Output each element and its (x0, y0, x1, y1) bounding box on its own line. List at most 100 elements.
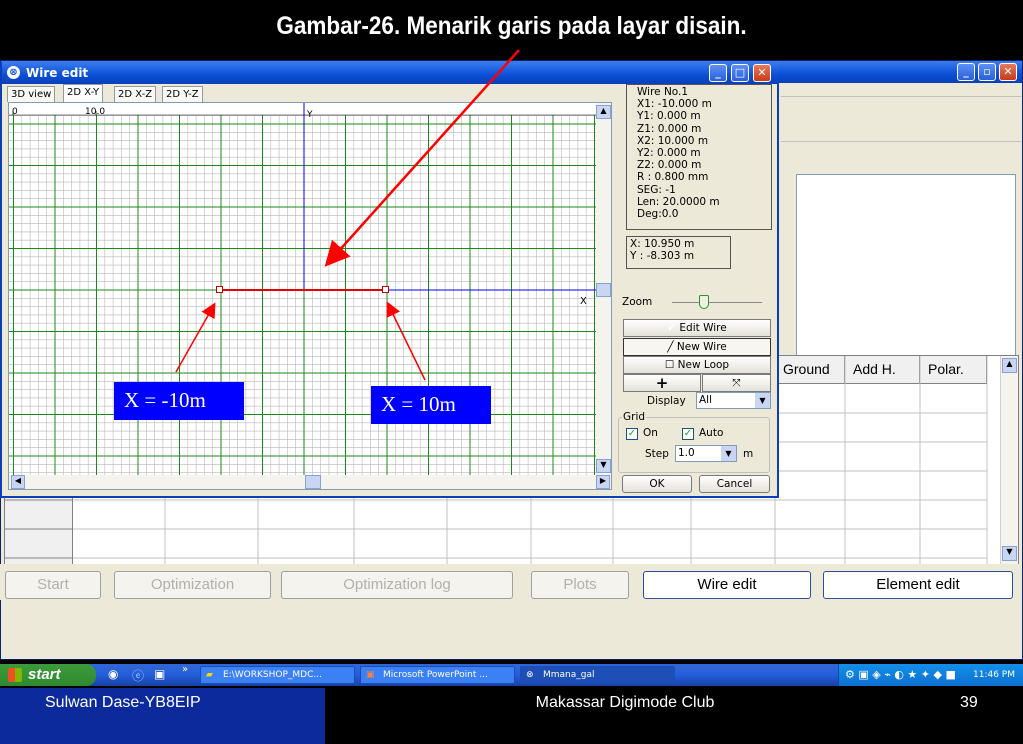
wire-info-line: Y2: 0.000 m (637, 147, 701, 160)
tray-icons[interactable]: ⚙ ▣ ◈ ⌁ ◐ ★ ✦ ◆ ■ (845, 664, 956, 686)
tab-2d-yz[interactable]: 2D Y-Z (162, 86, 203, 102)
display-select[interactable]: All ▼ (696, 392, 771, 409)
chevron-down-icon[interactable]: ▼ (755, 393, 770, 408)
edit-wire-label: Edit Wire (679, 322, 727, 334)
task-powerpoint[interactable]: ▣ Microsoft PowerPoint ... (360, 666, 515, 684)
tab-element-edit[interactable]: Element edit (823, 571, 1013, 599)
wire-line[interactable] (217, 289, 387, 291)
step-select[interactable]: 1.0 ▼ (675, 445, 737, 462)
wire-info-line: X1: -10.000 m (637, 98, 712, 111)
wire-info-line: X2: 10.000 m (637, 134, 709, 147)
grid-auto-label: Auto (699, 427, 724, 439)
wire-info-line: R : 0.800 mm (637, 171, 709, 184)
new-wire-button[interactable]: ╱ New Wire (623, 338, 771, 356)
wire-info-line: Y1: 0.000 m (637, 110, 701, 123)
task-mmana-label: Mmana_gal (543, 670, 595, 680)
minimize-button[interactable]: _ (957, 63, 975, 81)
tab-2d-xy[interactable]: 2D X-Y (63, 84, 104, 102)
scroll-down-arrow-icon[interactable]: ▼ (1002, 546, 1017, 561)
mmana-icon: ⊗ (526, 670, 534, 680)
dialog-titlebar: ⊗ Wire edit _ □ ✕ (2, 62, 779, 84)
wire-end-right[interactable] (382, 286, 389, 293)
dialog-minimize-button[interactable]: _ (709, 64, 727, 82)
windows-taskbar: start ◉ ⓔ ▣ » ▰ E:\WORKSHOP_MDC... ▣ Micro… (0, 664, 1023, 686)
scroll-down-arrow-icon[interactable]: ▼ (596, 459, 611, 473)
restore-button[interactable]: ▫ (978, 63, 996, 81)
close-button[interactable]: ✕ (999, 63, 1017, 81)
cancel-button[interactable]: Cancel (699, 475, 770, 493)
ruler-ten: 10.0 (85, 107, 106, 117)
clock: 11:46 PM (973, 670, 1015, 680)
zoom-label: Zoom (622, 296, 653, 308)
zoom-slider-thumb[interactable] (699, 295, 709, 309)
task-powerpoint-label: Microsoft PowerPoint ... (383, 670, 488, 680)
start-button[interactable]: start (0, 664, 96, 686)
system-tray: ⚙ ▣ ◈ ⌁ ◐ ★ ✦ ◆ ■ 11:46 PM (838, 664, 1023, 686)
dialog-maximize-button[interactable]: □ (731, 64, 749, 82)
label-x-plus-10: X = 10m (371, 386, 491, 424)
tab-optimization[interactable]: Optimization (114, 571, 271, 599)
task-mmana[interactable]: ⊗ Mmana_gal (520, 666, 675, 684)
step-value: 1.0 (678, 447, 695, 459)
scroll-up-arrow-icon[interactable]: ▲ (1002, 358, 1017, 373)
tab-2d-xz[interactable]: 2D X-Z (114, 86, 157, 102)
footer-author: Sulwan Dase-YB8EIP (0, 688, 325, 744)
cursor-coordinates: X: 10.950 m Y : -8.303 m (626, 236, 731, 269)
quicklaunch-icon[interactable]: ◉ (108, 667, 118, 681)
edit-wire-button[interactable]: ✔ Edit Wire (623, 319, 771, 337)
step-label: Step (645, 448, 669, 460)
tab-wire-edit[interactable]: Wire edit (643, 571, 811, 599)
powerpoint-icon: ▣ (366, 670, 375, 680)
chevron-down-icon[interactable]: ▼ (721, 446, 736, 461)
wire-info-line: SEG: -1 (637, 183, 676, 196)
start-label: start (28, 666, 61, 683)
task-explorer[interactable]: ▰ E:\WORKSHOP_MDC... (200, 666, 355, 684)
ie-icon[interactable]: ⓔ (132, 667, 144, 684)
bottom-tab-bar: Start Optimization Optimization log Plot… (0, 564, 1021, 600)
add-button[interactable]: + (623, 374, 701, 392)
design-canvas[interactable]: 0 10.0 Y X X = -10m X = 10m ▲ ▼ ◀ ▶ (8, 102, 612, 490)
new-loop-label: New Loop (677, 359, 730, 371)
tab-start[interactable]: Start (5, 571, 101, 599)
display-label: Display (647, 395, 686, 407)
expand-icon: ⤧ (732, 377, 741, 389)
wire-info-line: Z1: 0.000 m (637, 122, 702, 135)
zoom-slider-track[interactable] (672, 302, 762, 303)
divider (781, 141, 1021, 142)
dialog-close-button[interactable]: ✕ (753, 64, 771, 82)
square-icon: ☐ (664, 359, 675, 371)
new-loop-button[interactable]: ☐ New Loop (623, 356, 771, 374)
dialog-title: Wire edit (26, 66, 89, 80)
grid-on-label: On (643, 427, 658, 439)
divider (781, 96, 1021, 97)
scroll-right-arrow-icon[interactable]: ▶ (596, 475, 610, 489)
wire-end-left[interactable] (216, 286, 223, 293)
wire-edit-dialog: ⊗ Wire edit _ □ ✕ 3D view 2D X-Y 2D X-Z … (0, 62, 779, 498)
chevron-icon[interactable]: » (182, 664, 188, 675)
folder-icon: ▰ (206, 670, 213, 680)
tab-3d-view[interactable]: 3D view (7, 86, 56, 102)
cursor-y: Y : -8.303 m (630, 250, 695, 263)
tab-plots[interactable]: Plots (531, 571, 629, 599)
table-scrollbar[interactable]: ▲ ▼ (1000, 356, 1018, 564)
footer-club: Makassar Digimode Club (535, 694, 715, 711)
wire-info-line: Z2: 0.000 m (637, 159, 702, 172)
scroll-left-arrow-icon[interactable]: ◀ (11, 475, 25, 489)
fit-view-button[interactable]: ⤧ (702, 374, 771, 392)
hscroll-thumb[interactable] (305, 475, 321, 489)
x-axis-label: X (580, 296, 587, 307)
page-number: 39 (960, 694, 978, 711)
ok-button[interactable]: OK (622, 475, 692, 493)
label-x-minus-10: X = -10m (114, 382, 244, 420)
vscroll-thumb[interactable] (596, 283, 611, 297)
grid-on-checkbox[interactable]: ✓ (626, 428, 638, 440)
canvas-hscroll[interactable]: ◀ ▶ (9, 475, 611, 489)
grid-auto-checkbox[interactable]: ✓ (682, 428, 694, 440)
tab-optimization-log[interactable]: Optimization log (281, 571, 513, 599)
wire-info-line: Len: 20.0000 m (637, 195, 720, 208)
grid-label: Grid (622, 411, 647, 423)
cursor-x: X: 10.950 m (630, 238, 695, 250)
canvas-vscroll[interactable]: ▲ ▼ (596, 103, 611, 475)
scroll-up-arrow-icon[interactable]: ▲ (596, 105, 611, 119)
desktop-icon[interactable]: ▣ (154, 667, 165, 681)
